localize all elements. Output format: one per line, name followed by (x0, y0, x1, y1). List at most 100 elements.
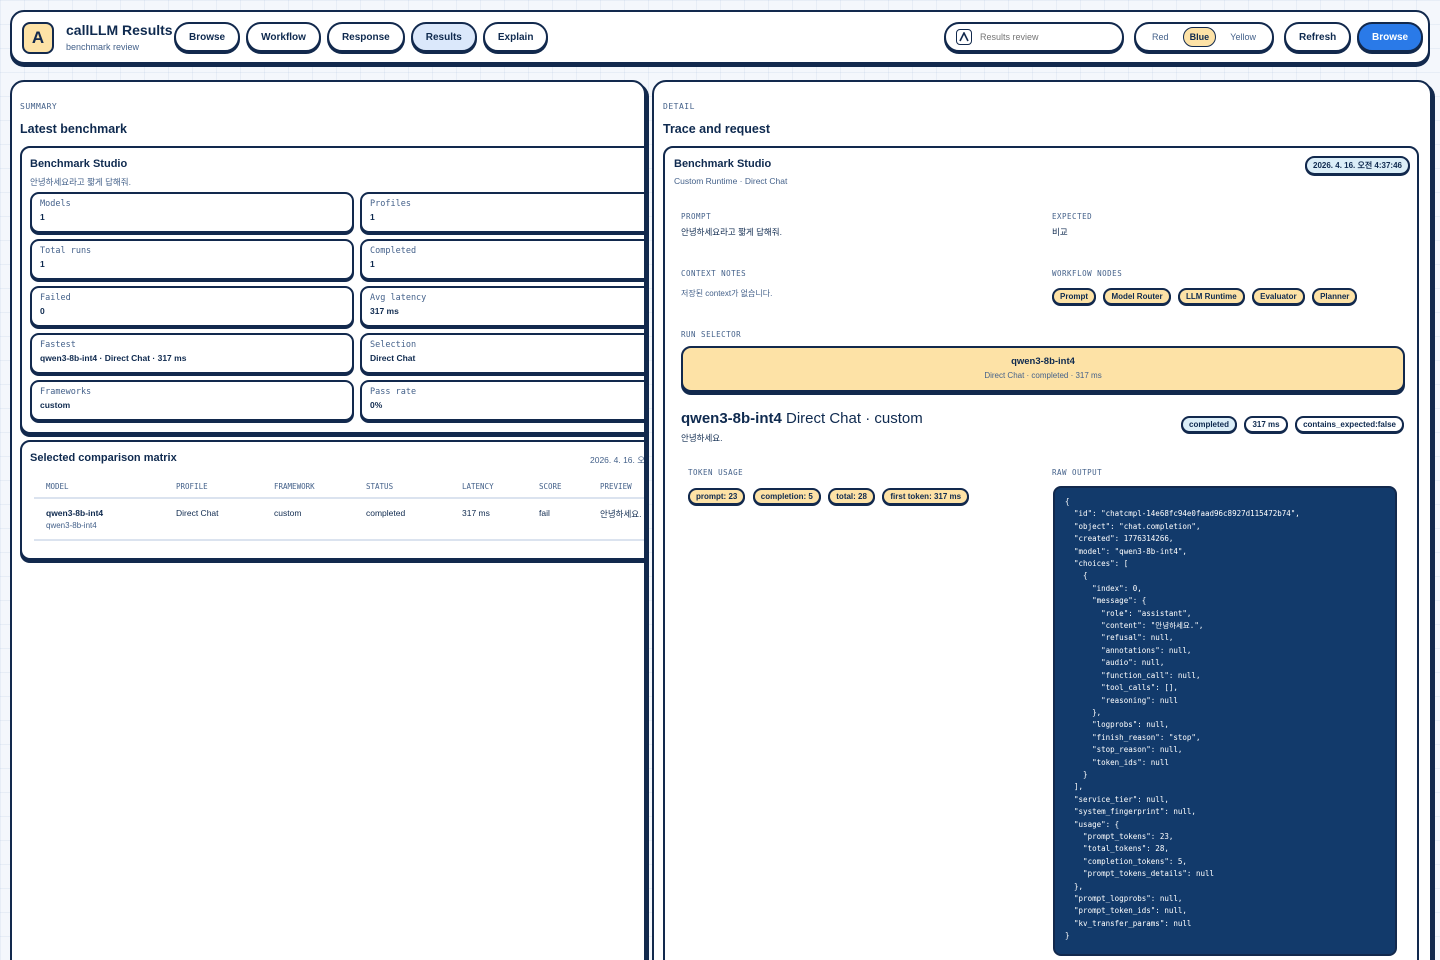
col-model: MODEL (34, 478, 164, 499)
stat-label: Failed (40, 293, 71, 303)
stat-value: 1 (40, 212, 45, 222)
stat-label: Profiles (370, 199, 411, 209)
model-sub: qwen3-8b-int4 (46, 521, 97, 530)
nav-browse[interactable]: Browse (174, 22, 241, 52)
node-prompt: Prompt (1052, 288, 1096, 305)
model-name: qwen3-8b-int4 (46, 508, 104, 518)
run-meta: Direct Chat · completed · 317 ms (984, 371, 1102, 380)
col-score: SCORE (527, 478, 588, 499)
cell-model: qwen3-8b-int4 qwen3-8b-int4 (34, 498, 164, 541)
stat-label: Pass rate (370, 387, 417, 397)
stat-label: Frameworks (40, 387, 92, 397)
cell-preview: 안녕하세요. (588, 498, 644, 541)
nav-response[interactable]: Response (326, 22, 405, 52)
prompt-label: PROMPT (681, 212, 712, 221)
token-first: first token: 317 ms (882, 488, 970, 505)
stat-label: Selection (370, 340, 417, 350)
theme-yellow[interactable]: Yellow (1224, 28, 1262, 46)
summary-panel: SUMMARY Latest benchmark Benchmark Studi… (10, 80, 646, 960)
node-llm-runtime: LLM Runtime (1178, 288, 1245, 305)
theme-blue[interactable]: Blue (1182, 27, 1217, 47)
app-mark-icon (956, 29, 972, 45)
table-row[interactable]: qwen3-8b-int4 qwen3-8b-int4 Direct Chat … (34, 498, 644, 541)
result-badges: completed 317 ms contains_expected:false (1181, 414, 1407, 433)
expected-text: 비교 (1052, 227, 1068, 237)
stats-grid: Models 1 Profiles 1 Total runs 1 Completed 1… (30, 192, 644, 421)
timestamp-badge: 2026. 4. 16. 오전 4:37:46 (1305, 156, 1410, 175)
trace-studio-title: Benchmark Studio (674, 158, 772, 170)
matrix-title: Selected comparison matrix (30, 452, 177, 464)
nav-explain[interactable]: Explain (482, 22, 549, 52)
benchmark-studio-card: Benchmark Studio 안녕하세요라고 짧게 답해줘. Models 1… (20, 146, 644, 434)
stat-value: 1 (40, 259, 45, 269)
browse-button[interactable]: Browse (1357, 22, 1424, 52)
studio-title: Benchmark Studio (30, 158, 128, 170)
latency-badge: 317 ms (1244, 416, 1288, 433)
result-heading: qwen3-8b-int4 Direct Chat · custom (681, 410, 923, 427)
stat-value: 1 (370, 259, 375, 269)
workflow-label: WORKFLOW NODES (1052, 269, 1123, 278)
node-model-router: Model Router (1103, 288, 1171, 305)
col-latency: LATENCY (450, 478, 527, 499)
comparison-table: MODEL PROFILE FRAMEWORK STATUS LATENCY S… (34, 478, 644, 541)
result-text: 안녕하세요. (681, 433, 723, 443)
cell-status: completed (354, 498, 450, 541)
context-label: CONTEXT NOTES (681, 269, 747, 278)
theme-red[interactable]: Red (1146, 28, 1175, 46)
stat-frameworks: Frameworks custom (30, 380, 354, 421)
app-logo: A (22, 22, 54, 54)
stat-value: custom (40, 400, 71, 410)
refresh-button[interactable]: Refresh (1284, 22, 1352, 52)
search-input[interactable] (980, 32, 1110, 42)
token-usage-label: TOKEN USAGE (688, 468, 744, 477)
stat-value: 1 (370, 212, 375, 222)
logo-letter: A (31, 28, 45, 47)
node-planner: Planner (1312, 288, 1358, 305)
prompt-text: 안녕하세요라고 짧게 답해줘. (681, 227, 782, 237)
col-status: STATUS (354, 478, 450, 499)
stat-label: Fastest (40, 340, 76, 350)
node-evaluator: Evaluator (1252, 288, 1305, 305)
cell-profile: Direct Chat (164, 498, 262, 541)
matrix-date: 2026. 4. 16. 오전 (590, 455, 646, 465)
cell-score: fail (527, 498, 588, 541)
col-profile: PROFILE (164, 478, 262, 499)
stat-completed: Completed 1 (360, 239, 644, 280)
detail-title: Trace and request (663, 122, 770, 136)
stat-selection: Selection Direct Chat (360, 333, 644, 374)
result-profile: Direct Chat · custom (786, 410, 923, 427)
summary-title: Latest benchmark (20, 122, 127, 136)
col-framework: FRAMEWORK (262, 478, 354, 499)
stat-pass-rate: Pass rate 0% (360, 380, 644, 421)
stat-models: Models 1 (30, 192, 354, 233)
studio-prompt: 안녕하세요라고 짧게 답해줘. (30, 177, 131, 187)
app-header: A callLLM Results benchmark review Brows… (10, 10, 1430, 64)
stat-label: Models (40, 199, 71, 209)
stat-value: Direct Chat (370, 353, 416, 363)
stat-label: Completed (370, 246, 417, 256)
stat-failed: Failed 0 (30, 286, 354, 327)
nav-workflow[interactable]: Workflow (246, 22, 321, 52)
context-text: 저장된 context가 없습니다. (681, 289, 773, 298)
stat-value: 0 (40, 306, 45, 316)
run-model: qwen3-8b-int4 (1011, 356, 1075, 367)
trace-card: Benchmark Studio Custom Runtime · Direct… (663, 146, 1419, 960)
stat-profiles: Profiles 1 (360, 192, 644, 233)
token-completion: completion: 5 (752, 488, 821, 505)
token-chips: prompt: 23 completion: 5 total: 28 first… (688, 486, 972, 505)
theme-switcher: Red Blue Yellow (1134, 22, 1274, 52)
stat-label: Total runs (40, 246, 92, 256)
app-title: callLLM Results (66, 22, 173, 38)
stat-value: qwen3-8b-int4 · Direct Chat · 317 ms (40, 353, 187, 363)
cell-framework: custom (262, 498, 354, 541)
search-box (944, 22, 1124, 52)
result-model: qwen3-8b-int4 (681, 410, 782, 427)
run-selector-item[interactable]: qwen3-8b-int4 Direct Chat · completed · … (681, 346, 1405, 392)
stat-avg-latency: Avg latency 317 ms (360, 286, 644, 327)
expected-badge: contains_expected:false (1295, 416, 1404, 433)
stat-value: 317 ms (370, 306, 399, 316)
raw-output-code[interactable]: { "id": "chatcmpl-14e68fc94e0faad96c8927… (1053, 486, 1397, 956)
nav-results[interactable]: Results (410, 22, 477, 52)
stat-value: 0% (370, 400, 383, 410)
trace-studio-sub: Custom Runtime · Direct Chat (674, 176, 788, 186)
